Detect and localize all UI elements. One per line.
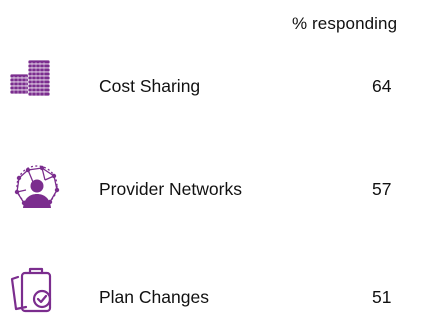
row-label: Plan Changes xyxy=(99,287,209,307)
table-row: Plan Changes 51 xyxy=(0,265,425,325)
provider-network-icon xyxy=(6,160,68,220)
row-value: 57 xyxy=(372,179,392,199)
table-row: Cost Sharing 64 xyxy=(0,56,425,116)
row-label: Provider Networks xyxy=(99,179,242,199)
row-value: 51 xyxy=(372,287,392,307)
row-value: 64 xyxy=(372,76,392,96)
table-row: Provider Networks 57 xyxy=(0,160,425,220)
coin-stack-icon xyxy=(6,56,68,116)
row-label: Cost Sharing xyxy=(99,76,201,96)
column-header: % responding xyxy=(292,14,398,33)
clipboard-check-icon xyxy=(6,265,68,325)
